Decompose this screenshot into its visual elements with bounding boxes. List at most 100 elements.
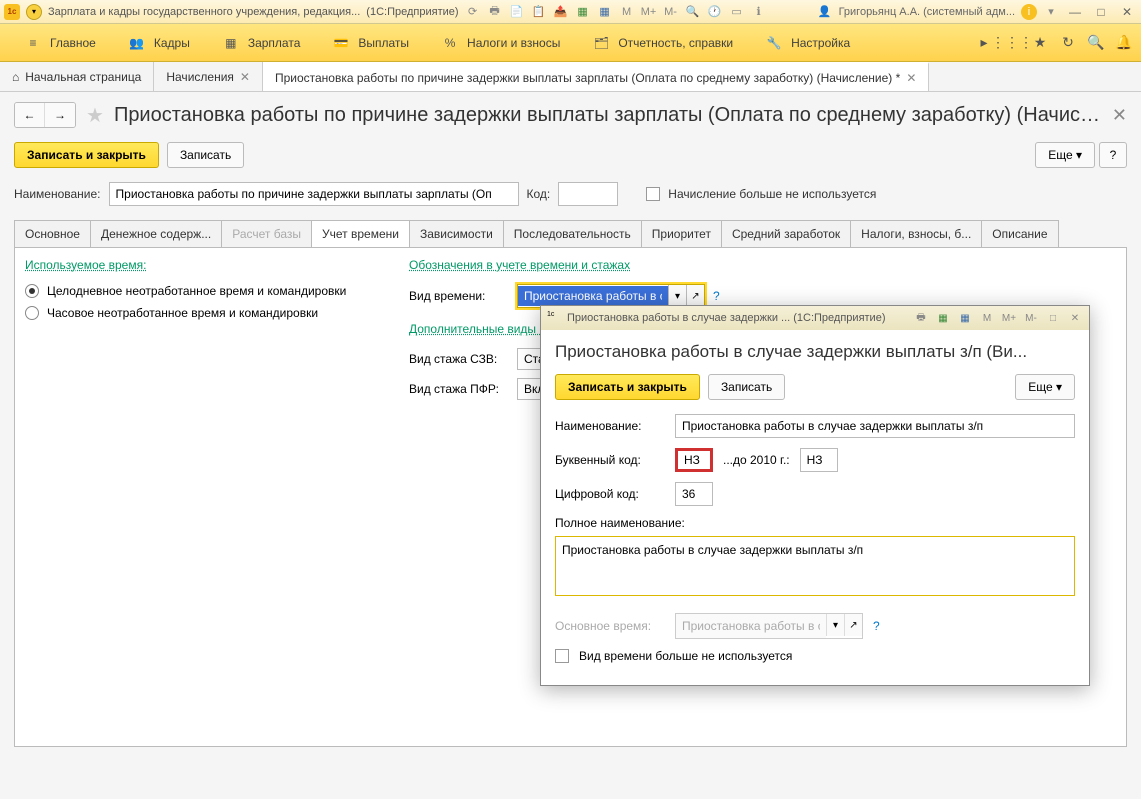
itab-opisanie[interactable]: Описание xyxy=(981,220,1058,247)
menu-nalogi[interactable]: %Налоги и взносы xyxy=(425,24,576,61)
save-button[interactable]: Записать xyxy=(167,142,244,168)
itab-zavisimosti[interactable]: Зависимости xyxy=(409,220,504,247)
form-toolbar: Записать и закрыть Записать Еще ▾ ? xyxy=(0,132,1141,178)
dialog-more-button[interactable]: Еще ▾ xyxy=(1015,374,1075,400)
dialog-save-close-button[interactable]: Записать и закрыть xyxy=(555,374,700,400)
calendar-icon[interactable]: ▦ xyxy=(597,4,613,20)
m-minus-icon[interactable]: M- xyxy=(663,4,679,20)
itab-posledovatelnost[interactable]: Последовательность xyxy=(503,220,642,247)
help-icon[interactable]: ? xyxy=(873,619,880,633)
radio-hourly[interactable] xyxy=(25,306,39,320)
open-icon[interactable]: ↗ xyxy=(686,285,704,307)
inner-tabs: Основное Денежное содерж... Расчет базы … xyxy=(0,210,1141,247)
print-icon[interactable]: 🖶 xyxy=(487,4,503,20)
back-button[interactable]: ← xyxy=(15,103,45,127)
dialog-name-input[interactable] xyxy=(675,414,1075,438)
calendar-icon[interactable]: ▦ xyxy=(957,310,973,326)
itab-uchet-vremeni[interactable]: Учет времени xyxy=(311,220,410,247)
star-icon[interactable]: ★ xyxy=(1031,34,1049,52)
dialog-titlebar: 1c Приостановка работы в случае задержки… xyxy=(541,306,1089,330)
digit-code-input[interactable] xyxy=(675,482,713,506)
doc-icon[interactable]: 📄 xyxy=(509,4,525,20)
dialog-window-title: Приостановка работы в случае задержки ..… xyxy=(567,312,907,324)
radio-row-2[interactable]: Часовое неотработанное время и командиро… xyxy=(25,302,385,324)
dropdown2-icon[interactable]: ▾ xyxy=(1043,4,1059,20)
page-title: Приостановка работы по причине задержки … xyxy=(114,104,1102,127)
itab-osnovnoe[interactable]: Основное xyxy=(14,220,91,247)
radio-row-1[interactable]: Целодневное неотработанное время и коман… xyxy=(25,280,385,302)
itab-prioritet[interactable]: Приоритет xyxy=(641,220,722,247)
menu-vyplaty[interactable]: 💳Выплаты xyxy=(316,24,425,61)
app-icon: 1c xyxy=(547,311,561,325)
chevron-down-icon[interactable]: ▾ xyxy=(668,285,686,307)
notification-icon[interactable]: i xyxy=(1021,4,1037,20)
clipboard-icon[interactable]: 📋 xyxy=(531,4,547,20)
help-icon[interactable]: ? xyxy=(713,289,720,303)
dialog-close-button[interactable]: ✕ xyxy=(1067,310,1083,326)
favorite-icon[interactable]: ★ xyxy=(86,103,104,128)
tab-accruals[interactable]: Начисления ✕ xyxy=(154,62,263,91)
card-icon: 💳 xyxy=(332,34,350,52)
time-type-input[interactable] xyxy=(518,286,668,306)
dialog-name-label: Наименование: xyxy=(555,419,665,433)
itab-sredniy[interactable]: Средний заработок xyxy=(721,220,851,247)
close-icon[interactable]: ✕ xyxy=(906,71,916,85)
clock-icon[interactable]: 🕐 xyxy=(707,4,723,20)
menu-otchetnost[interactable]: 🗂Отчетность, справки xyxy=(576,24,749,61)
menu-label: Главное xyxy=(50,36,96,50)
chevron-down-icon: ▾ xyxy=(1056,380,1062,394)
menu-kadry[interactable]: 👥Кадры xyxy=(112,24,206,61)
main-time-label: Основное время: xyxy=(555,619,665,633)
menu-zarplata[interactable]: ▦Зарплата xyxy=(206,24,317,61)
calc-icon[interactable]: ▦ xyxy=(935,310,951,326)
name-input[interactable] xyxy=(109,182,519,206)
not-used-checkbox[interactable] xyxy=(555,649,569,663)
radio-full-day[interactable] xyxy=(25,284,39,298)
bell-icon[interactable]: 🔔 xyxy=(1115,34,1133,52)
until-2010-input[interactable] xyxy=(800,448,838,472)
close-button[interactable]: ✕ xyxy=(1117,4,1137,20)
more-button[interactable]: Еще ▾ xyxy=(1035,142,1095,168)
dropdown-icon[interactable]: ▾ xyxy=(26,4,42,20)
page-close-button[interactable]: ✕ xyxy=(1112,105,1127,126)
close-icon[interactable]: ✕ xyxy=(240,70,250,84)
m-plus-icon[interactable]: M+ xyxy=(641,4,657,20)
history-icon[interactable]: ↻ xyxy=(1059,34,1077,52)
panel-icon[interactable]: ▭ xyxy=(729,4,745,20)
full-name-label: Полное наименование: xyxy=(555,516,1075,530)
itab-nalogi[interactable]: Налоги, взносы, б... xyxy=(850,220,982,247)
zoom-in-icon[interactable]: 🔍 xyxy=(685,4,701,20)
print-icon[interactable]: 🖶 xyxy=(913,310,929,326)
radio-label: Часовое неотработанное время и командиро… xyxy=(47,306,318,320)
m-plus-icon[interactable]: M+ xyxy=(1001,310,1017,326)
m-icon[interactable]: M xyxy=(979,310,995,326)
letter-code-input[interactable] xyxy=(675,448,713,472)
dialog-save-button[interactable]: Записать xyxy=(708,374,785,400)
info-icon[interactable]: ℹ xyxy=(751,4,767,20)
apps-icon[interactable]: ⋮⋮⋮ xyxy=(1003,34,1021,52)
send-icon[interactable]: 📤 xyxy=(553,4,569,20)
tab-home[interactable]: ⌂ Начальная страница xyxy=(0,62,154,91)
maximize-button[interactable]: □ xyxy=(1091,4,1111,20)
m-minus-icon[interactable]: M- xyxy=(1023,310,1039,326)
menu-label: Зарплата xyxy=(248,36,301,50)
save-close-button[interactable]: Записать и закрыть xyxy=(14,142,159,168)
wrench-icon: 🔧 xyxy=(765,34,783,52)
m-icon[interactable]: M xyxy=(619,4,635,20)
dialog-maximize-button[interactable]: □ xyxy=(1045,310,1061,326)
calc-icon[interactable]: ▦ xyxy=(575,4,591,20)
letter-code-label: Буквенный код: xyxy=(555,453,665,467)
tab-suspension[interactable]: Приостановка работы по причине задержки … xyxy=(263,62,929,91)
main-time-combo: ▾ ↗ xyxy=(675,613,863,639)
menu-main[interactable]: ≡Главное xyxy=(8,24,112,61)
help-button[interactable]: ? xyxy=(1099,142,1127,168)
code-input[interactable] xyxy=(558,182,618,206)
not-used-checkbox[interactable] xyxy=(646,187,660,201)
search-icon[interactable]: 🔍 xyxy=(1087,34,1105,52)
refresh-icon[interactable]: ⟳ xyxy=(465,4,481,20)
minimize-button[interactable]: — xyxy=(1065,4,1085,20)
itab-denezhnoe[interactable]: Денежное содерж... xyxy=(90,220,222,247)
forward-button[interactable]: → xyxy=(45,103,75,127)
menu-nastroika[interactable]: 🔧Настройка xyxy=(749,24,866,61)
full-name-textarea[interactable] xyxy=(555,536,1075,596)
